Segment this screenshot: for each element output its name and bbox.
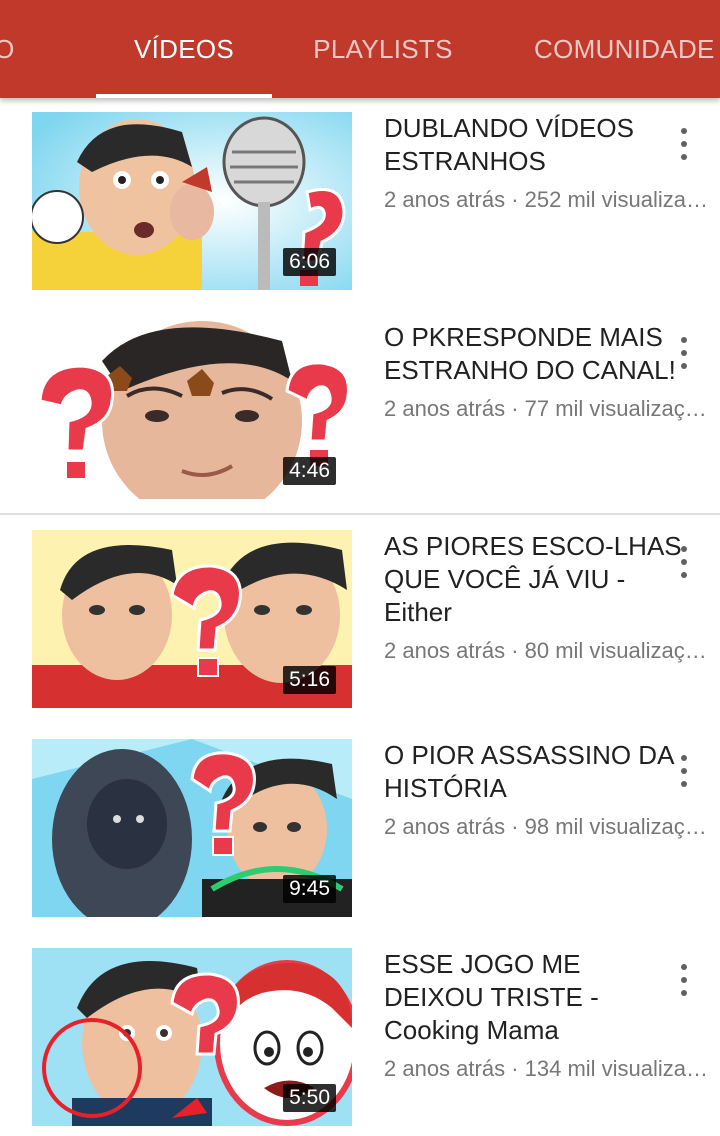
video-title[interactable]: AS PIORES ESCO-LHAS QUE VOCÊ JÁ VIU - Ei… bbox=[384, 530, 684, 629]
video-item[interactable]: 5:50 ESSE JOGO ME DEIXOU TRISTE - Cookin… bbox=[0, 948, 720, 1136]
tab-videos-label: VÍDEOS bbox=[133, 33, 235, 64]
video-title[interactable]: DUBLANDO VÍDEOS ESTRANHOS bbox=[384, 112, 684, 178]
video-thumbnail[interactable]: 9:45 bbox=[32, 739, 352, 917]
video-info: AS PIORES ESCO-LHAS QUE VOCÊ JÁ VIU - Ei… bbox=[384, 530, 714, 665]
tab-inicio[interactable]: ÍCIO bbox=[0, 0, 80, 98]
video-duration: 5:50 bbox=[283, 1084, 336, 1112]
more-vert-icon[interactable] bbox=[672, 335, 696, 371]
video-title[interactable]: O PIOR ASSASSINO DA HISTÓRIA bbox=[384, 739, 684, 805]
tab-comunidade-label: COMUNIDADE bbox=[534, 33, 715, 64]
more-vert-icon[interactable] bbox=[672, 544, 696, 580]
video-duration: 9:45 bbox=[283, 875, 336, 903]
video-duration: 4:46 bbox=[283, 457, 336, 485]
tab-inicio-label: ÍCIO bbox=[0, 33, 15, 64]
video-meta: 2 anos atrás · 98 mil visualizações bbox=[384, 814, 714, 839]
video-meta: 2 anos atrás · 77 mil visualizações bbox=[384, 396, 714, 421]
video-item[interactable]: 9:45 O PIOR ASSASSINO DA HISTÓRIA 2 anos… bbox=[0, 739, 720, 929]
video-meta: 2 anos atrás · 80 mil visualizações bbox=[384, 638, 714, 663]
tab-playlists[interactable]: PLAYLISTS bbox=[300, 0, 466, 98]
video-item[interactable]: 5:16 AS PIORES ESCO-LHAS QUE VOCÊ JÁ VIU… bbox=[0, 530, 720, 720]
video-info: ESSE JOGO ME DEIXOU TRISTE - Cooking Mam… bbox=[384, 948, 714, 1083]
video-info: O PKRESPONDE MAIS ESTRANHO DO CANAL! 2 a… bbox=[384, 321, 714, 423]
tab-videos[interactable]: VÍDEOS bbox=[96, 0, 272, 98]
video-title[interactable]: ESSE JOGO ME DEIXOU TRISTE - Cooking Mam… bbox=[384, 948, 684, 1047]
video-info: DUBLANDO VÍDEOS ESTRANHOS 2 anos atrás ·… bbox=[384, 112, 714, 214]
tab-comunidade[interactable]: COMUNIDADE bbox=[520, 0, 720, 98]
video-duration: 6:06 bbox=[283, 248, 336, 276]
channel-tab-bar: ÍCIO VÍDEOS PLAYLISTS COMUNIDADE bbox=[0, 0, 720, 98]
video-thumbnail[interactable]: 6:06 bbox=[32, 112, 352, 290]
video-thumbnail[interactable]: 4:46 bbox=[32, 321, 352, 499]
video-thumbnail[interactable]: 5:16 bbox=[32, 530, 352, 708]
section-divider bbox=[0, 513, 720, 515]
video-info: O PIOR ASSASSINO DA HISTÓRIA 2 anos atrá… bbox=[384, 739, 714, 841]
video-thumbnail[interactable]: 5:50 bbox=[32, 948, 352, 1126]
video-meta: 2 anos atrás · 134 mil visualizações bbox=[384, 1056, 714, 1081]
more-vert-icon[interactable] bbox=[672, 753, 696, 789]
video-meta: 2 anos atrás · 252 mil visualizações bbox=[384, 187, 714, 212]
active-tab-indicator bbox=[96, 94, 272, 98]
video-item[interactable]: 6:06 DUBLANDO VÍDEOS ESTRANHOS 2 anos at… bbox=[0, 112, 720, 302]
more-vert-icon[interactable] bbox=[672, 962, 696, 998]
video-item[interactable]: 4:46 O PKRESPONDE MAIS ESTRANHO DO CANAL… bbox=[0, 321, 720, 511]
video-duration: 5:16 bbox=[283, 666, 336, 694]
video-title[interactable]: O PKRESPONDE MAIS ESTRANHO DO CANAL! bbox=[384, 321, 684, 387]
more-vert-icon[interactable] bbox=[672, 126, 696, 162]
tab-playlists-label: PLAYLISTS bbox=[313, 33, 453, 64]
